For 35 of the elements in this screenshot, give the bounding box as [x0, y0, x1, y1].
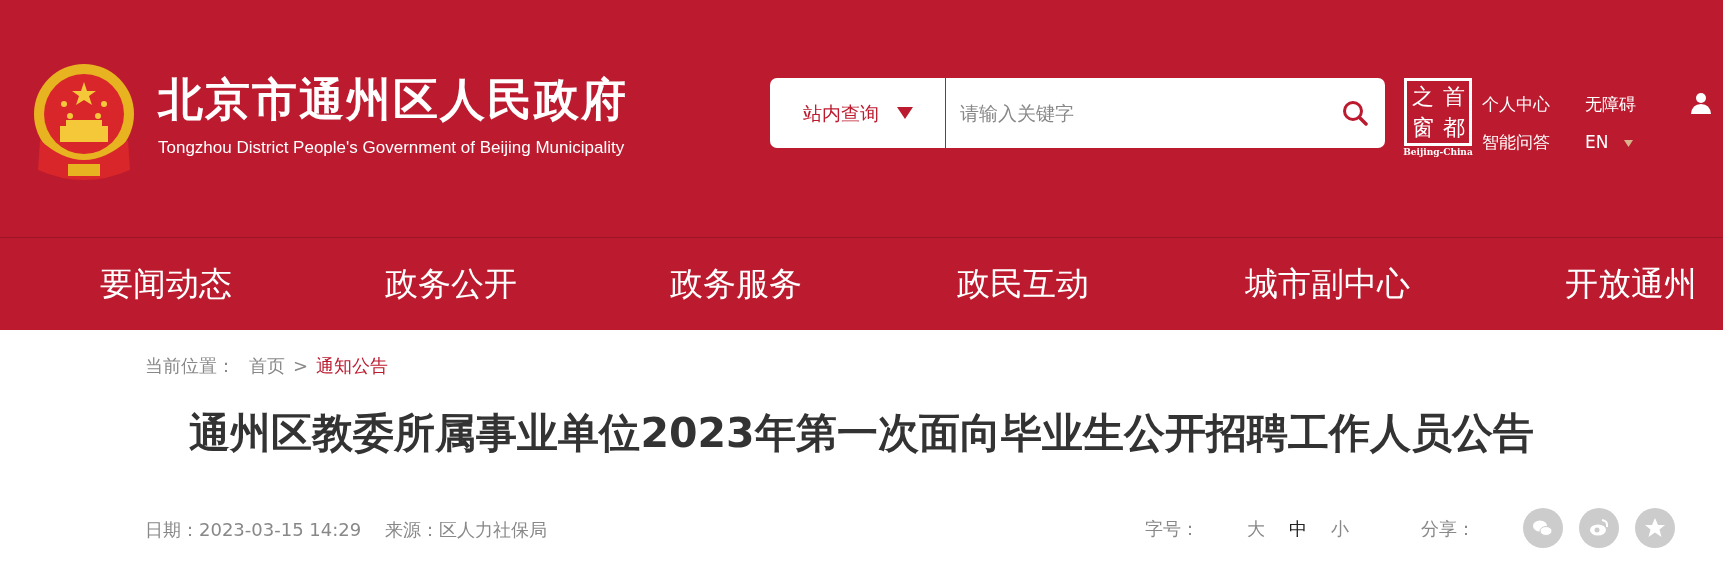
breadcrumb-link[interactable]: 通知公告: [316, 355, 389, 376]
share-button[interactable]: [1579, 508, 1619, 548]
logo-caption: Beijing-China: [1402, 146, 1474, 159]
search-button[interactable]: [1341, 99, 1369, 127]
font-size-option[interactable]: 大: [1247, 514, 1265, 542]
search-box[interactable]: 站内查询 请输入关键字: [770, 78, 1385, 148]
nav-item[interactable]: 政民互动: [957, 259, 1089, 309]
nav-item[interactable]: 城市副中心: [1245, 259, 1410, 309]
nav-item[interactable]: 政务公开: [385, 259, 517, 309]
search-scope-dropdown[interactable]: 站内查询: [770, 78, 946, 148]
nav-item[interactable]: 开放通州: [1565, 259, 1697, 309]
caret-icon: [896, 107, 913, 119]
site-subtitle: Tongzhou District People's Government of Beijing Municipality: [158, 137, 625, 159]
nav-item[interactable]: 政务服务: [670, 259, 802, 309]
share-button[interactable]: [1523, 508, 1563, 548]
nav-item[interactable]: 要闻动态: [100, 259, 232, 309]
font-size-label: 字号：: [1145, 516, 1199, 541]
breadcrumb-separator: >: [293, 355, 309, 376]
article-title: 通州区教委所属事业单位2023年第一次面向毕业生公开招聘工作人员公告: [188, 408, 1535, 459]
source-label: 来源：区人力社保局: [385, 519, 548, 540]
portal-logo[interactable]: 之 首 窗 都: [1404, 78, 1472, 146]
breadcrumb-link[interactable]: 首页: [249, 355, 285, 376]
search-icon: [1342, 100, 1368, 126]
header-link[interactable]: 智能问答: [1482, 130, 1550, 156]
share-label: 分享：: [1421, 516, 1475, 541]
header-link[interactable]: 无障碍: [1585, 92, 1636, 118]
user-icon[interactable]: [1690, 92, 1712, 114]
font-size-option[interactable]: 中: [1289, 514, 1307, 542]
site-title: 北京市通州区人民政府: [158, 72, 628, 128]
header-link[interactable]: EN: [1585, 130, 1634, 156]
header-link[interactable]: 个人中心: [1482, 92, 1550, 118]
publish-date: 日期：2023-03-15 14:29: [145, 519, 362, 540]
breadcrumb-label: 当前位置：: [145, 355, 235, 376]
share-button[interactable]: [1635, 508, 1675, 548]
font-size-option[interactable]: 小: [1331, 514, 1349, 542]
